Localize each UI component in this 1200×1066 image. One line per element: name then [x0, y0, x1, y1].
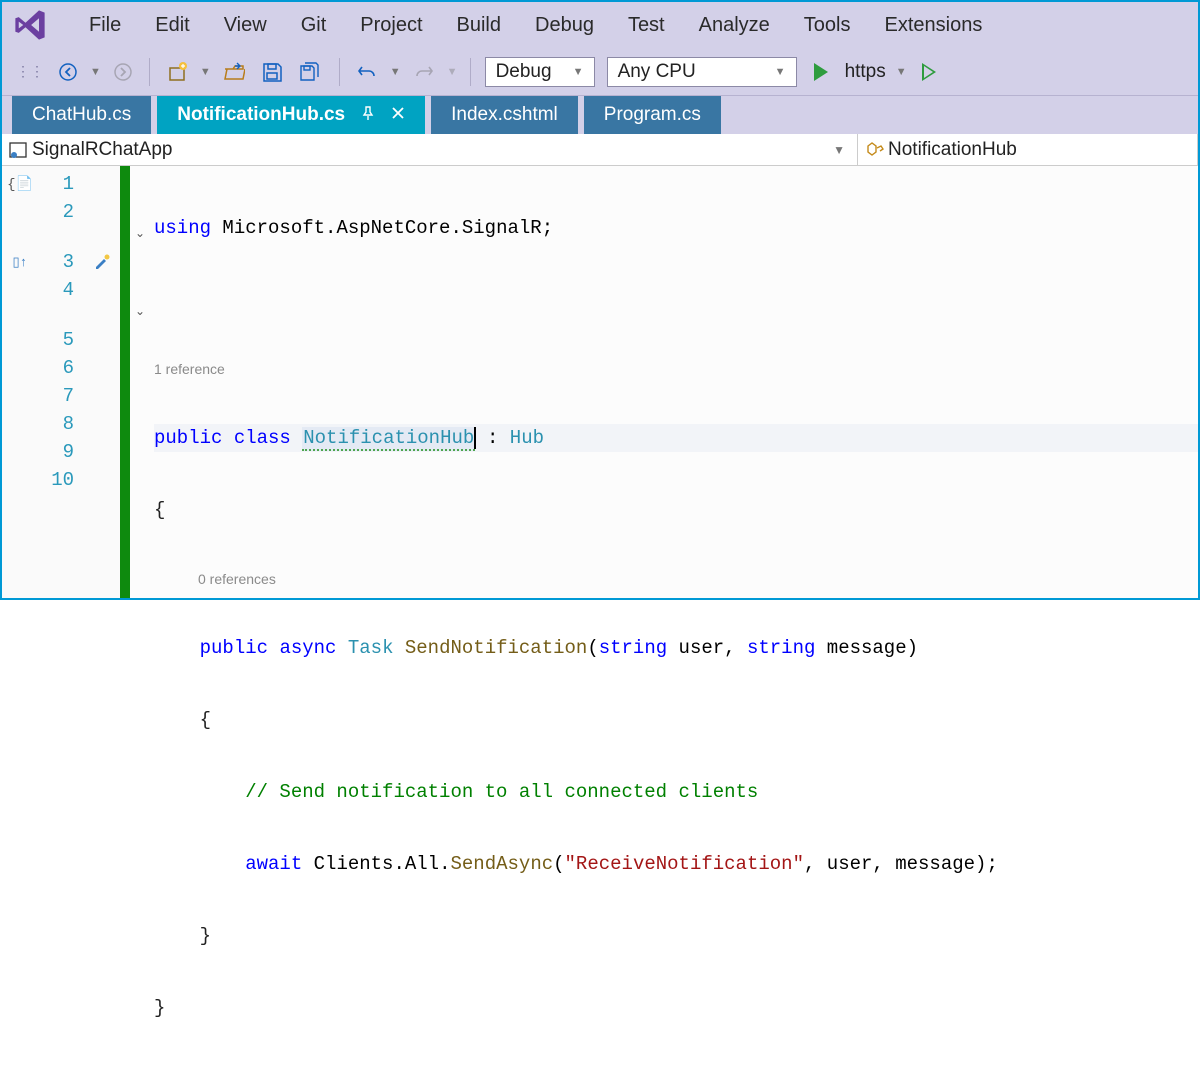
undo-button[interactable] [350, 57, 384, 87]
run-target-label[interactable]: https [845, 61, 886, 83]
close-icon[interactable] [391, 104, 405, 126]
menu-file[interactable]: File [72, 14, 138, 37]
solution-config-value: Debug [496, 61, 552, 83]
save-all-button[interactable] [293, 57, 329, 87]
toolbar-separator [339, 58, 340, 86]
editor-glyph-margin: {📄 ▯↑ [2, 166, 38, 598]
menu-extensions[interactable]: Extensions [867, 14, 999, 37]
menu-git[interactable]: Git [284, 14, 344, 37]
menu-edit[interactable]: Edit [138, 14, 206, 37]
fold-toggle-icon[interactable]: ⌄ [133, 305, 147, 319]
toolbar-grip-icon[interactable]: ⋮⋮ [12, 63, 48, 80]
nav-project-label: SignalRChatApp [32, 139, 172, 161]
tab-program-cs[interactable]: Program.cs [584, 96, 721, 134]
menu-tools[interactable]: Tools [787, 14, 868, 37]
redo-button [407, 57, 441, 87]
new-project-button[interactable] [160, 57, 194, 87]
undo-dropdown[interactable]: ▼ [388, 66, 403, 78]
menubar: File Edit View Git Project Build Debug T… [2, 2, 1198, 48]
editor-indicator-margin [84, 166, 120, 598]
nav-back-dropdown[interactable]: ▼ [88, 66, 103, 78]
solution-config-dropdown[interactable]: Debug ▼ [485, 57, 595, 87]
codelens-reference[interactable]: 0 references [154, 568, 1198, 590]
toolbar: ⋮⋮ ▼ ▼ ▼ ▼ Debug ▼ Any CPU ▼ https ▼ [2, 48, 1198, 96]
tab-notificationhub[interactable]: NotificationHub.cs [157, 96, 425, 134]
code-editor[interactable]: {📄 ▯↑ 1 2 3 4 5 6 7 8 9 10 ⌄ ⌄ using Mic… [2, 166, 1198, 598]
class-name-highlight: NotificationHub [302, 427, 475, 451]
open-button[interactable] [217, 57, 251, 87]
nav-forward-button [107, 58, 139, 86]
redo-dropdown: ▼ [445, 66, 460, 78]
nav-project-cell[interactable]: SignalRChatApp ▼ [2, 134, 858, 165]
toolbar-separator [149, 58, 150, 86]
document-tabbar: ChatHub.cs NotificationHub.cs Index.csht… [2, 96, 1198, 134]
code-navbar: SignalRChatApp ▼ NotificationHub [2, 134, 1198, 166]
change-tracking-bar [120, 166, 130, 598]
outline-fold-gutter: ⌄ ⌄ [130, 166, 154, 598]
start-without-debug-button[interactable] [913, 59, 945, 85]
fold-toggle-icon[interactable]: ⌄ [133, 227, 147, 241]
play-outline-icon [922, 63, 936, 81]
code-content[interactable]: using Microsoft.AspNetCore.SignalR; 1 re… [154, 166, 1198, 598]
collapse-region-icon[interactable]: {📄 [2, 170, 38, 198]
pinned-region-icon[interactable]: ▯↑ [2, 248, 38, 276]
nav-type-label: NotificationHub [888, 139, 1017, 161]
chevron-down-icon: ▼ [775, 66, 786, 78]
menu-test[interactable]: Test [611, 14, 682, 37]
class-icon [864, 140, 884, 160]
nav-back-button[interactable] [52, 58, 84, 86]
codelens-reference[interactable]: 1 reference [154, 358, 1198, 380]
screwdriver-lightbulb-icon[interactable] [84, 248, 120, 276]
new-project-dropdown[interactable]: ▼ [198, 66, 213, 78]
menu-debug[interactable]: Debug [518, 14, 611, 37]
csharp-project-icon [8, 140, 28, 160]
tab-chathub[interactable]: ChatHub.cs [12, 96, 151, 134]
menu-project[interactable]: Project [343, 14, 439, 37]
visual-studio-logo [12, 7, 48, 43]
menu-analyze[interactable]: Analyze [682, 14, 787, 37]
chevron-down-icon[interactable]: ▼ [827, 143, 851, 157]
run-target-dropdown[interactable]: ▼ [894, 66, 909, 78]
menu-view[interactable]: View [207, 14, 284, 37]
nav-type-cell[interactable]: NotificationHub [858, 134, 1198, 165]
solution-platform-value: Any CPU [618, 61, 696, 83]
toolbar-separator [470, 58, 471, 86]
chevron-down-icon: ▼ [573, 66, 584, 78]
tab-index-cshtml[interactable]: Index.cshtml [431, 96, 578, 134]
pin-icon[interactable] [361, 104, 375, 126]
save-button[interactable] [255, 57, 289, 87]
menu-build[interactable]: Build [440, 14, 518, 37]
start-debug-button[interactable] [805, 59, 837, 85]
line-number-gutter: 1 2 3 4 5 6 7 8 9 10 [38, 166, 84, 598]
text-caret [474, 427, 475, 449]
solution-platform-dropdown[interactable]: Any CPU ▼ [607, 57, 797, 87]
play-icon [814, 63, 828, 81]
